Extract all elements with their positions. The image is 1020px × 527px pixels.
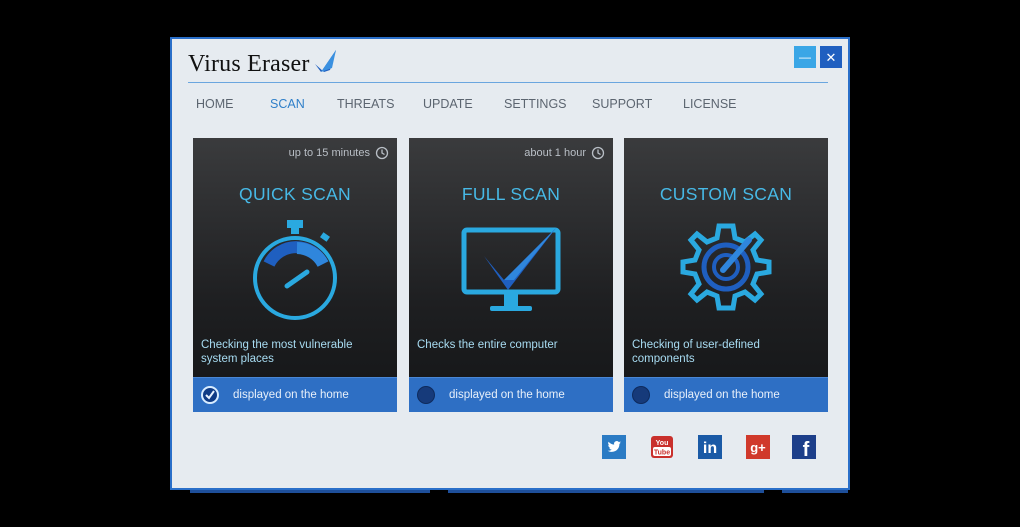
youtube-button[interactable]: You Tube bbox=[650, 435, 674, 459]
card-description: Checking the most vulnerable system plac… bbox=[201, 339, 353, 365]
youtube-icon-top-text: You bbox=[656, 440, 669, 447]
window-bottom-accent bbox=[448, 490, 764, 493]
card-footer: displayed on the home bbox=[193, 377, 397, 412]
minimize-icon: — bbox=[799, 50, 811, 64]
googleplus-button[interactable]: g+ bbox=[746, 435, 770, 459]
nav-item-license[interactable]: LICENSE bbox=[683, 97, 737, 111]
window-bottom-accent bbox=[782, 490, 848, 493]
card-description: Checks the entire computer bbox=[417, 339, 558, 351]
monitor-check-icon bbox=[409, 218, 613, 328]
twitter-button[interactable] bbox=[602, 435, 626, 459]
nav-item-scan[interactable]: SCAN bbox=[270, 97, 305, 111]
scan-duration: about 1 hour bbox=[524, 146, 605, 160]
display-on-home-label: displayed on the home bbox=[233, 389, 349, 401]
googleplus-icon: g+ bbox=[746, 435, 770, 459]
card-title: CUSTOM SCAN bbox=[659, 184, 793, 204]
card-footer: displayed on the home bbox=[409, 377, 613, 412]
display-on-home-checkbox[interactable] bbox=[201, 386, 219, 404]
facebook-button[interactable]: f bbox=[792, 435, 816, 459]
youtube-icon: You Tube bbox=[651, 436, 673, 458]
display-on-home-checkbox[interactable] bbox=[417, 386, 435, 404]
timer-icon bbox=[375, 146, 389, 160]
card-description: Checking of user-defined components bbox=[632, 339, 760, 365]
minimize-button[interactable]: — bbox=[794, 46, 816, 68]
app-window: Virus Eraser — ✕ HOME SCAN THREATS UPDAT… bbox=[170, 37, 850, 490]
card-title: QUICK SCAN bbox=[239, 184, 351, 204]
card-title: FULL SCAN bbox=[461, 184, 561, 204]
close-icon: ✕ bbox=[825, 49, 837, 65]
googleplus-icon-text: g+ bbox=[750, 440, 766, 455]
nav-item-home[interactable]: HOME bbox=[196, 97, 234, 111]
facebook-icon-text: f bbox=[803, 439, 810, 459]
display-on-home-label: displayed on the home bbox=[449, 389, 565, 401]
nav-item-update[interactable]: UPDATE bbox=[423, 97, 473, 111]
linkedin-button[interactable]: in bbox=[698, 435, 722, 459]
timer-icon bbox=[591, 146, 605, 160]
nav-item-support[interactable]: SUPPORT bbox=[592, 97, 652, 111]
display-on-home-checkbox[interactable] bbox=[632, 386, 650, 404]
linkedin-icon: in bbox=[698, 435, 722, 459]
custom-scan-card[interactable]: CUSTOM SCAN Checking of user-defined com… bbox=[624, 138, 828, 412]
logo-checkmark-icon bbox=[314, 50, 336, 72]
twitter-icon bbox=[602, 435, 626, 459]
scan-duration: up to 15 minutes bbox=[289, 146, 389, 160]
nav-item-threats[interactable]: THREATS bbox=[337, 97, 394, 111]
display-on-home-label: displayed on the home bbox=[664, 389, 780, 401]
title-divider bbox=[188, 82, 828, 83]
scan-duration-text: about 1 hour bbox=[524, 147, 586, 159]
app-title-area: Virus Eraser bbox=[188, 49, 340, 79]
gear-gauge-icon bbox=[624, 218, 828, 328]
full-scan-card[interactable]: about 1 hour FULL SCAN Checks the entire… bbox=[409, 138, 613, 412]
window-bottom-accent bbox=[190, 490, 430, 493]
quick-scan-card[interactable]: up to 15 minutes QUICK SCAN Checking the… bbox=[193, 138, 397, 412]
facebook-icon: f bbox=[792, 435, 816, 459]
youtube-icon-bottom-text: Tube bbox=[654, 450, 670, 457]
close-button[interactable]: ✕ bbox=[820, 46, 842, 68]
linkedin-icon-text: in bbox=[703, 440, 717, 457]
checkmark-icon bbox=[205, 390, 215, 400]
stopwatch-icon bbox=[193, 218, 397, 328]
scan-duration-text: up to 15 minutes bbox=[288, 147, 370, 159]
app-title: Virus Eraser bbox=[188, 50, 310, 77]
card-footer: displayed on the home bbox=[624, 377, 828, 412]
nav-item-settings[interactable]: SETTINGS bbox=[504, 97, 567, 111]
